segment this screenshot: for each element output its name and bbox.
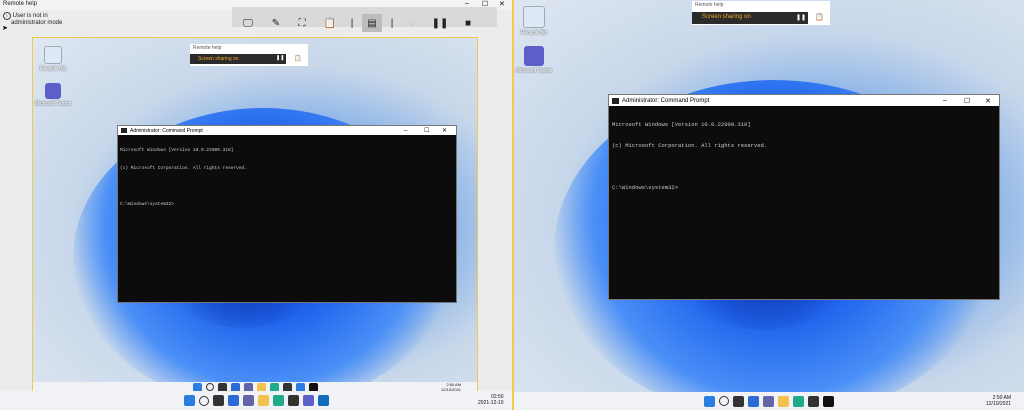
outer-start-icon[interactable] [183, 395, 195, 406]
outer-search-icon[interactable] [198, 395, 209, 406]
mini-clipboard-icon-right[interactable]: 📋 [815, 13, 824, 21]
teams-icon-right [524, 46, 544, 66]
mouse-cursor: ➤ [2, 25, 8, 32]
clipboard-icon[interactable]: 📋 [320, 14, 340, 32]
outer-chat-icon[interactable] [242, 395, 254, 406]
sharing-status: Screen sharing on [198, 56, 239, 62]
outer-edge-icon[interactable] [272, 395, 284, 406]
cmd-icon [121, 128, 127, 133]
teams-desktop-icon-right[interactable]: Microsoft Teams [514, 46, 554, 74]
mini-remote-help-panel: Remote help Screen sharing on ❚❚ 📋 [190, 44, 308, 66]
admin-status: i User is not in administrator mode [3, 12, 62, 27]
cmd-minimize[interactable]: – [404, 128, 407, 134]
cmd-output-right[interactable]: Microsoft Windows [Version 10.0.22000.31… [609, 106, 999, 206]
mini-pause-icon[interactable]: ❚❚ [276, 55, 284, 61]
monitor-icon[interactable]: 🖵 [238, 14, 258, 32]
cmd-icon-right [612, 97, 619, 104]
cmd-window-right: Administrator: Command Prompt – ☐ ✕ Micr… [608, 94, 1000, 300]
cmd-title: Administrator: Command Prompt [130, 127, 203, 134]
recycle-bin-desktop-icon[interactable]: Recycle Bin [33, 46, 73, 72]
right-taskbar: 2:50 AM 12/10/2021 [514, 392, 1024, 410]
cmd-close[interactable]: ✕ [442, 127, 447, 134]
separator-2: | [390, 17, 394, 29]
teams-desktop-icon[interactable]: Microsoft Teams [33, 83, 73, 107]
status-line-2: administrator mode [11, 20, 63, 26]
sharing-status-right: Screen sharing on [702, 14, 751, 20]
recycle-bin-desktop-icon-right[interactable]: Recycle Bin [514, 6, 554, 36]
r-terminal-icon[interactable] [823, 395, 834, 407]
cmd-output[interactable]: Microsoft Windows [Version 10.0.22000.31… [118, 135, 456, 221]
r-edge-icon[interactable] [793, 395, 804, 407]
r-store-icon[interactable] [808, 395, 819, 407]
r-search-icon[interactable] [719, 396, 729, 406]
status-line-1: User is not in [12, 13, 48, 19]
restart-icon[interactable]: ◌ [402, 14, 422, 32]
mini-pause-icon-right[interactable]: ❚❚ [796, 14, 806, 21]
search-icon[interactable] [205, 383, 214, 391]
app-title: Remote help [3, 1, 38, 7]
cmd-title-right: Administrator: Command Prompt [622, 97, 710, 104]
cmd-minimize-right[interactable]: – [943, 97, 947, 104]
recycle-bin-icon [44, 46, 62, 64]
outer-store-icon[interactable] [287, 395, 299, 406]
stop-icon[interactable]: ■ [458, 14, 478, 32]
r-chat-icon[interactable] [763, 395, 774, 407]
close-button[interactable]: ✕ [499, 0, 505, 8]
cmd-maximize[interactable]: ☐ [424, 127, 429, 134]
outer-remote-help-icon[interactable] [317, 395, 329, 406]
r-taskview-icon[interactable] [733, 395, 744, 407]
recycle-bin-icon-right [523, 6, 545, 28]
r-start-icon[interactable] [704, 395, 715, 407]
teams-icon [45, 83, 61, 99]
cmd-titlebar-right: Administrator: Command Prompt – ☐ ✕ [609, 95, 999, 106]
r-explorer-icon[interactable] [778, 395, 789, 407]
outer-clock[interactable]: 02:50 2021-12-10 [478, 394, 504, 406]
task-manager-icon[interactable]: ▤ [362, 14, 382, 32]
remote-screen-right: Recycle Bin Microsoft Teams Remote help … [514, 0, 1024, 410]
cmd-titlebar: Administrator: Command Prompt – ☐ ✕ [118, 126, 456, 135]
mini-title-right: Remote help [695, 2, 724, 8]
outer-widgets-icon[interactable] [227, 395, 239, 406]
mini-title: Remote help [193, 45, 222, 51]
outer-explorer-icon[interactable] [257, 395, 269, 406]
cmd-close-right[interactable]: ✕ [985, 97, 991, 105]
mini-remote-help-panel-right: Remote help Screen sharing on ❚❚ 📋 [692, 1, 830, 25]
separator: | [350, 17, 354, 29]
pause-icon[interactable]: ❚❚ [430, 14, 450, 32]
info-icon: i [3, 12, 11, 20]
minimize-button[interactable]: – [465, 0, 469, 7]
outer-taskbar: 02:50 2021-12-10 [0, 391, 512, 410]
r-widgets-icon[interactable] [748, 395, 759, 407]
session-toolbar: 🖵 ✎ ⛶ 📋 | ▤ | ◌ ❚❚ ■ [232, 7, 497, 32]
outer-taskview-icon[interactable] [212, 395, 224, 406]
remote-help-window: Remote help – ☐ ✕ i User is not in admin… [0, 0, 512, 410]
annotate-icon[interactable]: ✎ [266, 14, 286, 32]
cmd-maximize-right[interactable]: ☐ [964, 97, 970, 105]
right-clock[interactable]: 2:50 AM 12/10/2021 [986, 395, 1011, 407]
remote-screen-left: Recycle Bin Microsoft Teams Remote help … [32, 37, 478, 393]
outer-teams-icon[interactable] [302, 395, 314, 406]
fullscreen-icon[interactable]: ⛶ [292, 14, 312, 32]
cmd-window: Administrator: Command Prompt – ☐ ✕ Micr… [117, 125, 457, 303]
mini-clipboard-icon[interactable]: 📋 [294, 55, 301, 62]
